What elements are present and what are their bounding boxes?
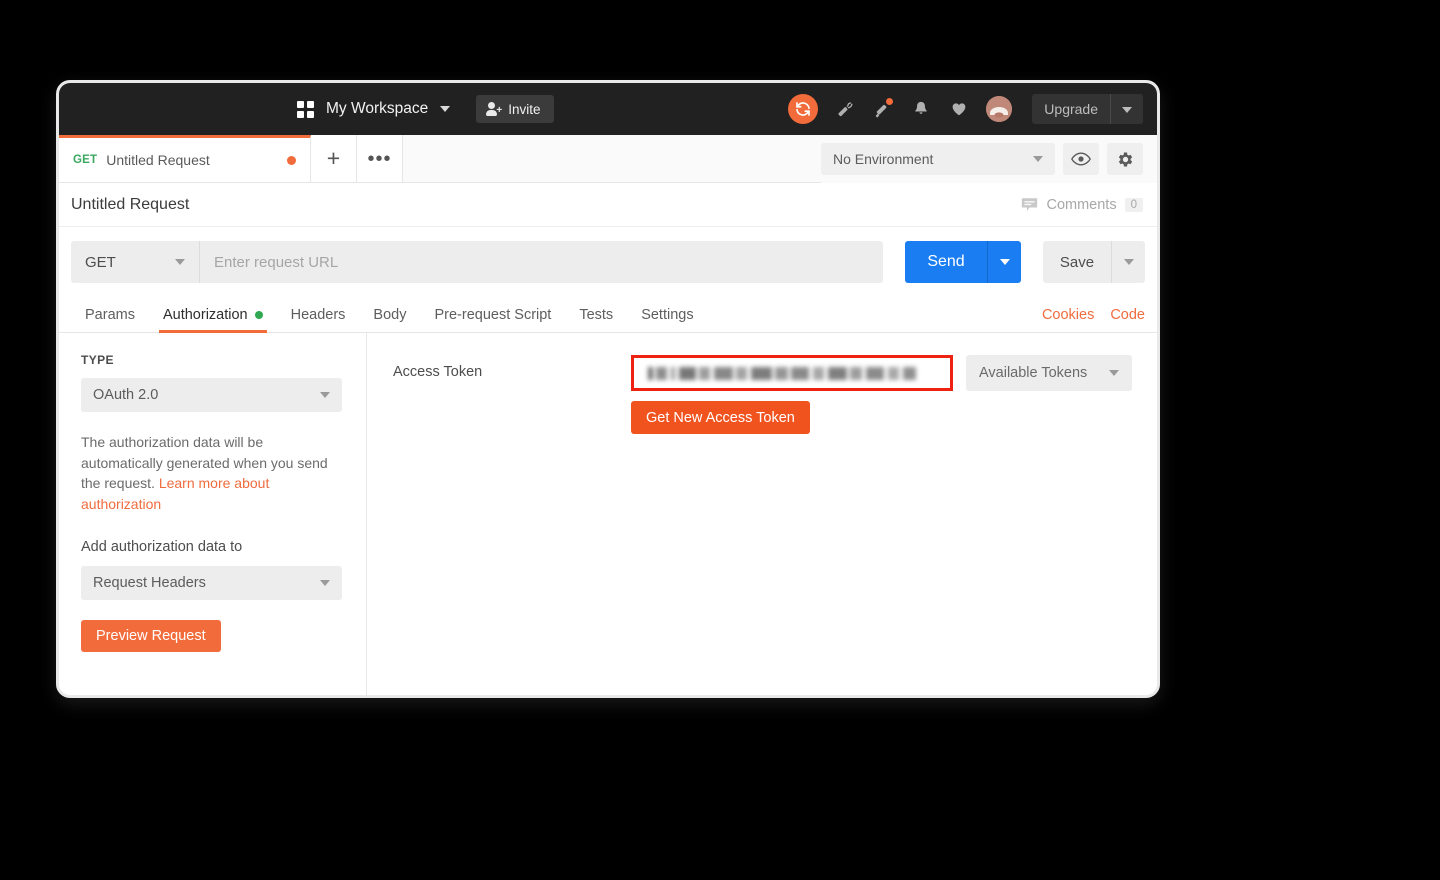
- invite-button-label: Invite: [508, 101, 541, 117]
- top-bar-actions: Upgrade: [788, 94, 1143, 124]
- tab-body-label: Body: [373, 307, 407, 323]
- request-url-row: GET Send Save: [59, 227, 1157, 295]
- request-tab-strip: GET Untitled Request + ••• No Environmen…: [59, 135, 1157, 183]
- chevron-down-icon: [320, 392, 330, 398]
- cookies-link[interactable]: Cookies: [1042, 307, 1094, 323]
- tab-tests-label: Tests: [579, 307, 614, 323]
- access-token-redacted-value: [648, 366, 920, 380]
- ellipsis-icon: •••: [367, 147, 392, 170]
- chevron-down-icon: [320, 579, 330, 586]
- person-add-icon: +: [486, 102, 502, 116]
- section-tabs-links: Cookies Code: [1042, 307, 1145, 332]
- workspace-selector[interactable]: My Workspace + Invite: [297, 95, 554, 123]
- tab-headers-label: Headers: [290, 307, 346, 323]
- comments-button[interactable]: Comments 0: [1021, 197, 1143, 213]
- access-token-row: Access Token Available Tokens: [393, 355, 1157, 391]
- tab-authorization-label: Authorization: [162, 307, 248, 323]
- megaphone-icon[interactable]: [872, 97, 895, 120]
- chevron-down-icon: [1033, 156, 1043, 162]
- chevron-down-icon: [440, 106, 451, 112]
- postman-app-window: My Workspace + Invite Upgrade GET Untitl…: [56, 80, 1160, 698]
- chevron-down-icon: [1109, 370, 1119, 376]
- get-new-access-token-button[interactable]: Get New Access Token: [631, 401, 810, 434]
- upgrade-button[interactable]: Upgrade: [1032, 94, 1143, 124]
- settings-button[interactable]: [1107, 143, 1143, 175]
- tab-params-label: Params: [85, 307, 135, 323]
- request-section-tabs: Params Authorization Headers Body Pre-re…: [59, 295, 1157, 333]
- http-method-select[interactable]: GET: [71, 241, 199, 283]
- unsaved-changes-dot: [287, 155, 296, 165]
- plus-icon: +: [326, 145, 341, 171]
- request-tab[interactable]: GET Untitled Request: [59, 135, 311, 182]
- request-tab-method: GET: [73, 154, 98, 166]
- authorization-panel: TYPE OAuth 2.0 The authorization data wi…: [59, 333, 1157, 695]
- page-title: Untitled Request: [71, 195, 190, 213]
- authorization-settings-column: TYPE OAuth 2.0 The authorization data wi…: [59, 333, 367, 695]
- comments-count: 0: [1124, 197, 1143, 212]
- sync-icon[interactable]: [788, 94, 819, 124]
- invite-button[interactable]: + Invite: [476, 95, 554, 123]
- auth-help-text: The authorization data will be automatic…: [81, 432, 342, 515]
- tab-tests[interactable]: Tests: [565, 307, 627, 332]
- save-button-group: Save: [1043, 241, 1145, 283]
- tab-settings[interactable]: Settings: [627, 307, 707, 332]
- request-tab-name: Untitled Request: [106, 152, 210, 168]
- add-auth-data-value: Request Headers: [93, 574, 206, 591]
- auth-type-value: OAuth 2.0: [93, 387, 159, 403]
- code-link[interactable]: Code: [1110, 307, 1145, 323]
- access-token-input[interactable]: [631, 355, 953, 391]
- tab-pre-request-script-label: Pre-request Script: [434, 307, 552, 323]
- tab-params[interactable]: Params: [71, 307, 149, 332]
- http-method-value: GET: [85, 253, 116, 271]
- tab-pre-request-script[interactable]: Pre-request Script: [420, 307, 565, 332]
- chevron-down-icon[interactable]: [1111, 100, 1143, 118]
- available-tokens-label: Available Tokens: [979, 365, 1088, 381]
- send-options-button[interactable]: [987, 241, 1021, 283]
- user-avatar[interactable]: [986, 96, 1013, 122]
- environment-zone: No Environment: [821, 135, 1157, 183]
- request-url-input[interactable]: [199, 241, 883, 283]
- tab-settings-label: Settings: [641, 307, 694, 323]
- eye-icon: [1071, 152, 1091, 166]
- save-options-button[interactable]: [1111, 241, 1145, 283]
- more-tabs-button[interactable]: •••: [357, 135, 403, 182]
- satellite-dish-icon[interactable]: [834, 98, 856, 120]
- send-button[interactable]: Send: [905, 241, 987, 283]
- add-auth-data-select[interactable]: Request Headers: [81, 565, 342, 600]
- new-tab-button[interactable]: +: [311, 135, 357, 182]
- access-token-field-wrap: [631, 355, 953, 391]
- gear-icon: [1118, 152, 1132, 166]
- comments-label: Comments: [1046, 196, 1117, 213]
- send-button-group: Send: [905, 241, 1021, 283]
- save-button[interactable]: Save: [1043, 241, 1111, 283]
- chevron-down-icon: [1123, 259, 1134, 265]
- access-token-label: Access Token: [393, 364, 483, 380]
- token-configuration-column: Access Token Available Tokens Get New Ac…: [367, 333, 1157, 695]
- chevron-down-icon: [175, 259, 185, 265]
- upgrade-button-label: Upgrade: [1044, 101, 1098, 117]
- environment-selected-label: No Environment: [833, 151, 934, 167]
- bell-icon[interactable]: [910, 98, 932, 120]
- app-top-bar: My Workspace + Invite Upgrade: [59, 83, 1157, 135]
- environment-select[interactable]: No Environment: [821, 143, 1055, 175]
- auth-type-label: TYPE: [81, 353, 114, 367]
- authorization-configured-dot: [254, 311, 263, 319]
- add-auth-data-label: Add authorization data to: [81, 538, 243, 555]
- tab-authorization[interactable]: Authorization: [149, 307, 277, 333]
- available-tokens-select[interactable]: Available Tokens: [966, 355, 1132, 391]
- environment-quick-look-button[interactable]: [1063, 143, 1099, 175]
- tab-body[interactable]: Body: [359, 307, 420, 332]
- apps-grid-icon: [297, 100, 314, 118]
- preview-request-button[interactable]: Preview Request: [81, 619, 221, 652]
- workspace-name: My Workspace: [326, 100, 429, 117]
- tab-headers[interactable]: Headers: [277, 307, 360, 332]
- heart-icon[interactable]: [948, 98, 970, 120]
- request-title-row: Untitled Request Comments 0: [59, 183, 1157, 227]
- auth-type-select[interactable]: OAuth 2.0: [81, 378, 342, 412]
- chevron-down-icon: [999, 259, 1010, 265]
- comment-icon: [1022, 197, 1038, 211]
